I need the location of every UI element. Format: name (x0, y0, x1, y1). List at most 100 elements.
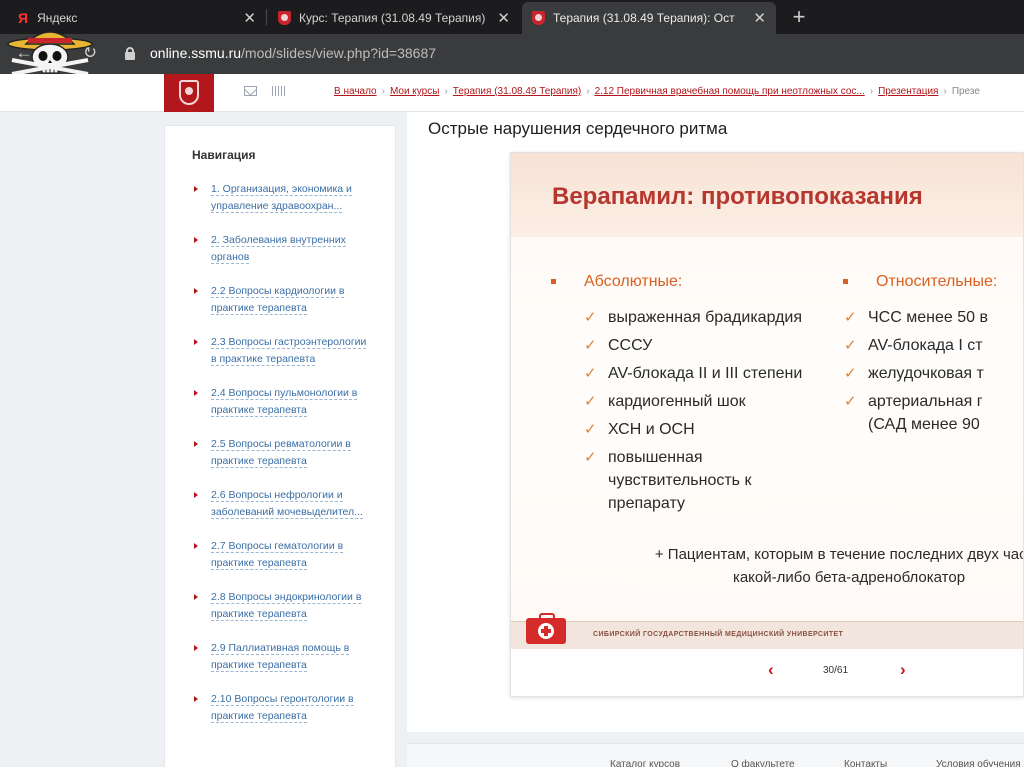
mail-icon[interactable] (244, 86, 257, 96)
close-icon[interactable]: ✕ (753, 9, 766, 27)
footer-link-conditions[interactable]: Условия обучения (936, 759, 1021, 767)
triangle-bullet-icon (194, 543, 198, 549)
footer-link-contacts[interactable]: Контакты (844, 759, 887, 767)
grid-icon[interactable] (272, 86, 285, 96)
nav-item[interactable]: 2.5 Вопросы ревматологии в практике тера… (192, 436, 372, 470)
list-item: ✓ AV-блокада I ст (843, 334, 1023, 357)
url-host: online.ssmu.ru (150, 45, 242, 61)
footer-link-about[interactable]: О факультете (731, 759, 795, 767)
nav-item-label[interactable]: 2. Заболевания внутренних органов (211, 234, 346, 264)
navigation-block: Навигация 1. Организация, экономика и уп… (164, 125, 396, 767)
tab-title: Яндекс (37, 11, 78, 25)
list-item: ✓ AV-блокада II и III степени (551, 362, 871, 385)
list-item-text: AV-блокада II и III степени (608, 365, 803, 382)
checkmark-icon: ✓ (584, 309, 597, 326)
nav-item[interactable]: 2.4 Вопросы пульмонологии в практике тер… (192, 385, 372, 419)
university-name: СИБИРСКИЙ ГОСУДАРСТВЕННЫЙ МЕДИЦИНСКИЙ УН… (593, 631, 844, 638)
nav-item[interactable]: 2.10 Вопросы геронтологии в практике тер… (192, 691, 372, 725)
nav-item[interactable]: 1. Организация, экономика и управление з… (192, 181, 372, 215)
triangle-bullet-icon (194, 288, 198, 294)
nav-item-label[interactable]: 2.3 Вопросы гастроэнтерологии в практике… (211, 336, 367, 366)
nav-item-label[interactable]: 2.9 Паллиативная помощь в практике терап… (211, 642, 350, 672)
list-item-text: артериальная г (САД менее 90 (868, 393, 983, 433)
nav-item[interactable]: 2.8 Вопросы эндокринологии в практике те… (192, 589, 372, 623)
crest-icon (179, 80, 199, 105)
tab-title: Терапия (31.08.49 Терапия): Ост (553, 11, 735, 25)
list-item-text: ХСН и ОСН (608, 421, 695, 438)
nav-item[interactable]: 2.2 Вопросы кардиологии в практике терап… (192, 283, 372, 317)
breadcrumb-separator: › (869, 86, 874, 97)
slide-heading: Верапамил: противопоказания (552, 183, 923, 210)
list-item: ✓ выраженная брадикардия (551, 306, 871, 329)
tab-course[interactable]: Курс: Терапия (31.08.49 Терапия) ✕ (268, 2, 520, 34)
triangle-bullet-icon (194, 441, 198, 447)
main-content: Острые нарушения сердечного ритма Верапа… (407, 112, 1024, 732)
breadcrumb-home[interactable]: В начало (334, 86, 377, 97)
address-bar: ← → ↻ online.ssmu.ru/mod/slides/view.php… (0, 34, 1024, 74)
footer-link-catalog[interactable]: Каталог курсов (610, 759, 680, 767)
triangle-bullet-icon (194, 390, 198, 396)
checkmark-icon: ✓ (844, 309, 857, 326)
nav-item[interactable]: 2.7 Вопросы гематологии в практике терап… (192, 538, 372, 572)
tab-divider (266, 9, 267, 25)
list-item-text: повышенная чувствительность к препарату (608, 449, 752, 512)
relative-title: Относительные: (876, 273, 998, 290)
list-item-text: желудочковая т (868, 365, 984, 382)
relative-heading: Относительные: (843, 273, 1023, 301)
close-icon[interactable]: ✕ (243, 9, 256, 27)
new-tab-button[interactable]: + (786, 4, 812, 30)
nav-item[interactable]: 2.3 Вопросы гастроэнтерологии в практике… (192, 334, 372, 368)
triangle-bullet-icon (194, 237, 198, 243)
nav-item-label[interactable]: 2.4 Вопросы пульмонологии в практике тер… (211, 387, 358, 417)
tab-presentation[interactable]: Терапия (31.08.49 Терапия): Ост ✕ (522, 2, 776, 34)
breadcrumb-separator: › (943, 86, 947, 97)
nav-item[interactable]: 2. Заболевания внутренних органов (192, 232, 372, 266)
checkmark-icon: ✓ (844, 365, 857, 382)
square-bullet-icon (843, 279, 848, 284)
checkmark-icon: ✓ (584, 421, 597, 438)
checkmark-icon: ✓ (844, 337, 857, 354)
close-icon[interactable]: ✕ (497, 9, 510, 27)
triangle-bullet-icon (194, 186, 198, 192)
slide-viewer: Верапамил: противопоказания Абсолютные: … (510, 152, 1024, 697)
list-item: ✓ желудочковая т (843, 362, 1023, 385)
ssmu-logo[interactable] (164, 74, 214, 112)
slide-pager: ‹ 30/61 › (511, 649, 1023, 696)
list-item-text: ЧСС менее 50 в (868, 309, 988, 326)
breadcrumb-my-courses[interactable]: Мои курсы (390, 86, 440, 97)
next-slide-button[interactable]: › (900, 660, 906, 680)
slide: Верапамил: противопоказания Абсолютные: … (511, 153, 1023, 649)
nav-item-label[interactable]: 2.5 Вопросы ревматологии в практике тера… (211, 438, 351, 468)
url-field[interactable]: online.ssmu.ru/mod/slides/view.php?id=38… (150, 45, 436, 61)
checkmark-icon: ✓ (584, 449, 597, 466)
nav-item-label[interactable]: 2.8 Вопросы эндокринологии в практике те… (211, 591, 362, 621)
breadcrumb-separator: › (586, 86, 590, 97)
nav-item-label[interactable]: 1. Организация, экономика и управление з… (211, 183, 352, 213)
nav-item[interactable]: 2.9 Паллиативная помощь в практике терап… (192, 640, 372, 674)
absolute-contraindications: Абсолютные: ✓ выраженная брадикардия ✓ ССС… (551, 273, 871, 515)
checkmark-icon: ✓ (584, 337, 597, 354)
nav-item-label[interactable]: 2.10 Вопросы геронтологии в практике тер… (211, 693, 354, 723)
navigation-list: 1. Организация, экономика и управление з… (192, 181, 372, 742)
nav-item-label[interactable]: 2.2 Вопросы кардиологии в практике терап… (211, 285, 345, 315)
absolute-title: Абсолютные: (584, 273, 683, 290)
nav-item[interactable]: 2.6 Вопросы нефрологии и заболеваний моч… (192, 487, 372, 521)
list-item-text: выраженная брадикардия (608, 309, 803, 326)
slide-footnote: + Пациентам, которым в течение последних… (654, 546, 1023, 586)
breadcrumb-course[interactable]: Терапия (31.08.49 Терапия) (453, 86, 581, 97)
site-footer: Каталог курсов О факультете Контакты Усл… (407, 743, 1024, 767)
ssmu-shield-icon (278, 11, 291, 25)
nav-item-label[interactable]: 2.6 Вопросы нефрологии и заболеваний моч… (211, 489, 363, 519)
url-path: /mod/slides/view.php?id=38687 (241, 45, 437, 61)
breadcrumb-section[interactable]: 2.12 Первичная врачебная помощь при неот… (595, 86, 865, 97)
list-item-text: AV-блокада I ст (868, 337, 983, 354)
nav-item-label[interactable]: 2.7 Вопросы гематологии в практике терап… (211, 540, 344, 570)
checkmark-icon: ✓ (844, 393, 857, 410)
breadcrumb-presentation[interactable]: Презентация (878, 86, 938, 97)
relative-contraindications: Относительные: ✓ ЧСС менее 50 в ✓ AV-блока… (843, 273, 1023, 436)
list-item: ✓ повышенная чувствительность к препарату (551, 446, 871, 515)
browser-tab-bar: Я Яндекс ✕ Курс: Терапия (31.08.49 Терап… (0, 0, 1024, 34)
triangle-bullet-icon (194, 594, 198, 600)
list-item: ✓ СССУ (551, 334, 871, 357)
prev-slide-button[interactable]: ‹ (768, 660, 774, 680)
